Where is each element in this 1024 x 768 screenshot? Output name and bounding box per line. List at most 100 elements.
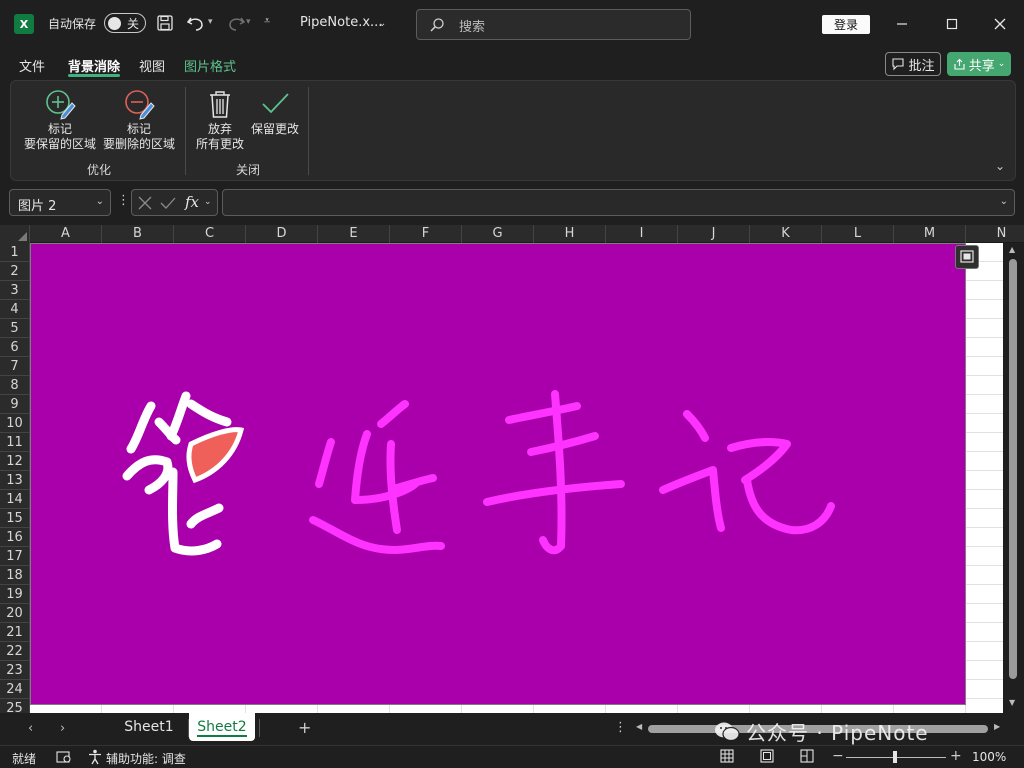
- column-header[interactable]: B: [102, 225, 174, 243]
- row-header[interactable]: 15: [0, 509, 29, 528]
- scroll-up-icon[interactable]: ▲: [1009, 245, 1015, 254]
- enter-checkmark-icon[interactable]: [160, 196, 176, 214]
- redo-dropdown-icon[interactable]: ▾: [246, 17, 251, 27]
- row-header[interactable]: 3: [0, 281, 29, 300]
- row-header[interactable]: 23: [0, 661, 29, 680]
- tab-file[interactable]: 文件: [19, 56, 45, 75]
- zoom-out-icon[interactable]: −: [832, 748, 844, 764]
- login-button[interactable]: 登录: [822, 15, 870, 34]
- row-header[interactable]: 16: [0, 528, 29, 547]
- insert-function-icon[interactable]: fx: [185, 193, 199, 211]
- mark-remove-button[interactable]: 标记 要删除的区域: [101, 88, 177, 152]
- row-header[interactable]: 5: [0, 319, 29, 338]
- minimize-icon[interactable]: [882, 8, 922, 40]
- comments-button[interactable]: 批注: [885, 52, 941, 76]
- sheet-tab-sheet1[interactable]: Sheet1: [112, 713, 186, 741]
- keep-changes-button[interactable]: 保留更改: [249, 88, 301, 137]
- tab-background-removal[interactable]: 背景消除: [68, 56, 120, 75]
- more-options-icon[interactable]: ⋮: [117, 193, 130, 208]
- save-icon[interactable]: [156, 14, 174, 32]
- ribbon-collapse-icon[interactable]: ⌄: [995, 159, 1005, 173]
- row-header[interactable]: 20: [0, 604, 29, 623]
- row-header[interactable]: 12: [0, 452, 29, 471]
- row-header[interactable]: 4: [0, 300, 29, 319]
- formula-input[interactable]: ⌄: [222, 189, 1015, 216]
- cancel-icon[interactable]: [138, 196, 152, 214]
- macro-recording-icon[interactable]: [56, 750, 72, 767]
- close-icon[interactable]: [980, 8, 1020, 40]
- column-header[interactable]: I: [606, 225, 678, 243]
- next-sheet-icon[interactable]: ›: [60, 721, 65, 736]
- column-header[interactable]: M: [894, 225, 966, 243]
- undo-dropdown-icon[interactable]: ▾: [208, 17, 213, 27]
- scroll-down-icon[interactable]: ▼: [1009, 698, 1015, 707]
- row-header[interactable]: 18: [0, 566, 29, 585]
- column-header[interactable]: F: [390, 225, 462, 243]
- column-header[interactable]: E: [318, 225, 390, 243]
- row-header[interactable]: 6: [0, 338, 29, 357]
- zoom-in-icon[interactable]: +: [950, 748, 962, 764]
- row-header[interactable]: 13: [0, 471, 29, 490]
- page-break-view-icon[interactable]: [800, 749, 814, 766]
- maximize-icon[interactable]: [932, 8, 972, 40]
- mark-keep-button[interactable]: 标记 要保留的区域: [23, 88, 97, 152]
- row-header[interactable]: 14: [0, 490, 29, 509]
- accessibility-icon[interactable]: [88, 749, 102, 768]
- row-header[interactable]: 22: [0, 642, 29, 661]
- add-sheet-icon[interactable]: +: [298, 718, 311, 737]
- row-header[interactable]: 10: [0, 414, 29, 433]
- zoom-level[interactable]: 100%: [972, 750, 1006, 764]
- tab-separator: [259, 719, 260, 737]
- scroll-right-icon[interactable]: ▶: [994, 722, 1000, 731]
- expand-formula-bar-icon[interactable]: ⌄: [1000, 196, 1008, 207]
- accessibility-status[interactable]: 辅助功能: 调查: [106, 750, 186, 767]
- row-header[interactable]: 2: [0, 262, 29, 281]
- chevron-down-icon[interactable]: ⌄: [96, 196, 104, 207]
- column-header[interactable]: K: [750, 225, 822, 243]
- customize-qat-icon[interactable]: ⩡: [264, 14, 270, 28]
- normal-view-icon[interactable]: [720, 749, 734, 766]
- row-header[interactable]: 8: [0, 376, 29, 395]
- column-header[interactable]: D: [246, 225, 318, 243]
- column-header[interactable]: G: [462, 225, 534, 243]
- tab-view[interactable]: 视图: [139, 56, 165, 75]
- row-header[interactable]: 11: [0, 433, 29, 452]
- row-header[interactable]: 25: [0, 699, 29, 713]
- vertical-scroll-thumb[interactable]: [1009, 259, 1017, 679]
- autosave-toggle[interactable]: 关: [104, 13, 146, 33]
- document-title[interactable]: PipeNote.x...: [300, 15, 382, 30]
- row-header[interactable]: 7: [0, 357, 29, 376]
- row-header[interactable]: 19: [0, 585, 29, 604]
- row-header[interactable]: 21: [0, 623, 29, 642]
- column-header[interactable]: N: [966, 225, 1024, 243]
- redo-icon[interactable]: [226, 13, 246, 33]
- vertical-scrollbar[interactable]: ▲ ▼: [1003, 243, 1024, 713]
- share-button[interactable]: 共享 ⌄: [947, 52, 1011, 76]
- row-header[interactable]: 17: [0, 547, 29, 566]
- column-header[interactable]: J: [678, 225, 750, 243]
- undo-icon[interactable]: [186, 13, 206, 33]
- page-layout-view-icon[interactable]: [760, 749, 774, 766]
- row-header[interactable]: 9: [0, 395, 29, 414]
- more-options-icon[interactable]: ⋮: [614, 720, 627, 735]
- chevron-down-icon[interactable]: ⌄: [204, 197, 212, 207]
- name-box[interactable]: 图片 2 ⌄: [9, 189, 111, 216]
- chevron-down-icon[interactable]: ⌄: [378, 18, 386, 29]
- row-header[interactable]: 24: [0, 680, 29, 699]
- group-label-close: 关闭: [236, 163, 261, 177]
- tab-picture-format[interactable]: 图片格式: [184, 56, 236, 75]
- column-header[interactable]: L: [822, 225, 894, 243]
- discard-changes-button[interactable]: 放弃 所有更改: [194, 88, 246, 152]
- previous-sheet-icon[interactable]: ‹: [28, 721, 33, 736]
- column-header[interactable]: H: [534, 225, 606, 243]
- scroll-left-icon[interactable]: ◀: [636, 722, 642, 731]
- column-header[interactable]: C: [174, 225, 246, 243]
- selected-picture[interactable]: [30, 243, 966, 705]
- search-input[interactable]: 搜索: [416, 9, 691, 40]
- ribbon-tabs: 文件 背景消除 视图 图片格式: [0, 48, 1024, 80]
- column-header[interactable]: A: [30, 225, 102, 243]
- row-header[interactable]: 1: [0, 243, 29, 262]
- zoom-slider-thumb[interactable]: [893, 751, 897, 763]
- select-all-corner[interactable]: [0, 225, 30, 243]
- layout-options-icon[interactable]: [955, 245, 979, 269]
